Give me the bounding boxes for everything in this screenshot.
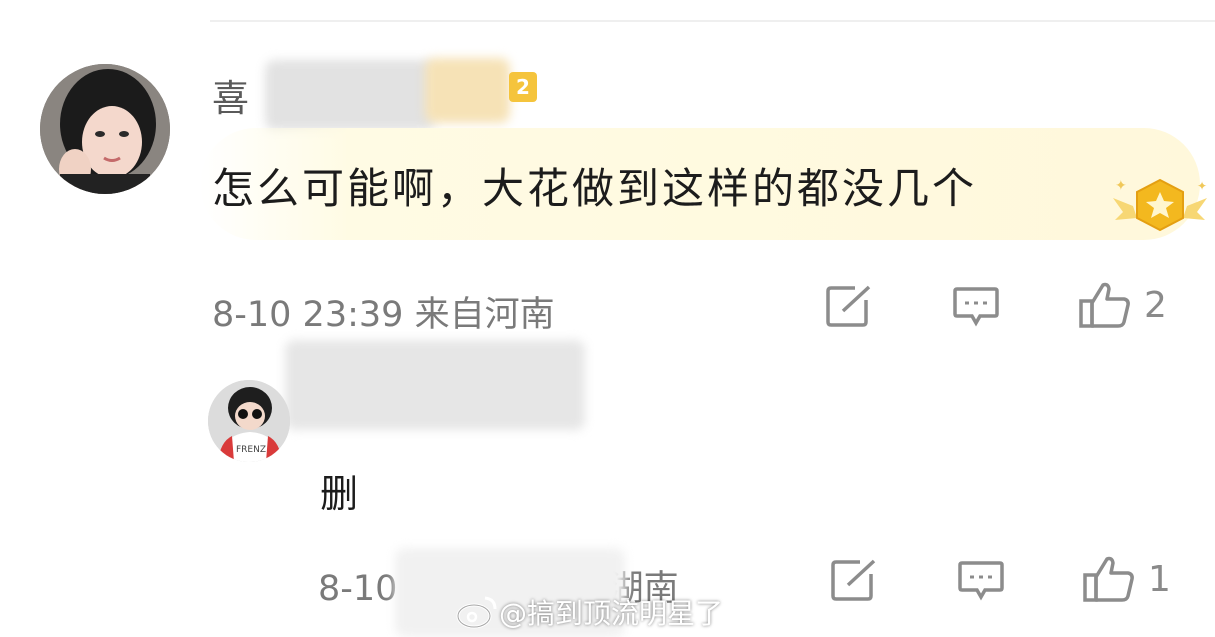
- thumbs-up-icon: [1079, 282, 1130, 328]
- like-button[interactable]: 2: [1078, 281, 1167, 329]
- like-count: 2: [1144, 284, 1167, 326]
- reply-comment-button[interactable]: [952, 286, 1000, 328]
- reply-reply-button[interactable]: [957, 560, 1005, 602]
- commenter-username[interactable]: 喜: [212, 68, 250, 122]
- reply-share-button[interactable]: [830, 558, 878, 602]
- reply-avatar[interactable]: FRENZ: [208, 380, 290, 462]
- redacted-badge: [425, 58, 510, 123]
- reply-comment-icon: [953, 287, 999, 327]
- reply-comment-icon: [958, 561, 1004, 601]
- share-icon: [831, 559, 876, 601]
- share-icon: [826, 285, 871, 327]
- reply-like-count: 1: [1148, 558, 1171, 600]
- shirt-text: FRENZ: [236, 445, 266, 455]
- comment-meta: 8-10 23:39 来自河南: [212, 286, 555, 337]
- commenter-avatar[interactable]: [40, 64, 170, 194]
- redacted-username: [265, 60, 435, 130]
- reply-like-button[interactable]: 1: [1082, 555, 1171, 603]
- redacted-reply-username: [285, 340, 585, 430]
- thumbs-up-icon: [1083, 556, 1134, 602]
- reply-text: 删: [320, 472, 359, 516]
- avatar-child-icon: FRENZ: [208, 380, 290, 462]
- watermark: @搞到顶流明星了: [455, 592, 723, 632]
- comment-location: 来自河南: [414, 295, 555, 335]
- comment-timestamp: 8-10 23:39: [212, 295, 404, 335]
- weibo-logo-icon: [456, 596, 497, 629]
- top-divider: [210, 20, 1215, 22]
- medal-icon: ✦ ✦: [1105, 168, 1215, 238]
- share-button[interactable]: [825, 284, 873, 328]
- comment-text: 怎么可能啊，大花做到这样的都没几个: [212, 164, 978, 213]
- user-level-badge: 2: [509, 72, 537, 102]
- svg-text:✦: ✦: [1197, 179, 1207, 193]
- watermark-text: @搞到顶流明星了: [499, 597, 724, 630]
- avatar-portrait-icon: [40, 64, 170, 194]
- svg-text:✦: ✦: [1115, 178, 1127, 194]
- reply-timestamp: 8-10: [318, 569, 398, 609]
